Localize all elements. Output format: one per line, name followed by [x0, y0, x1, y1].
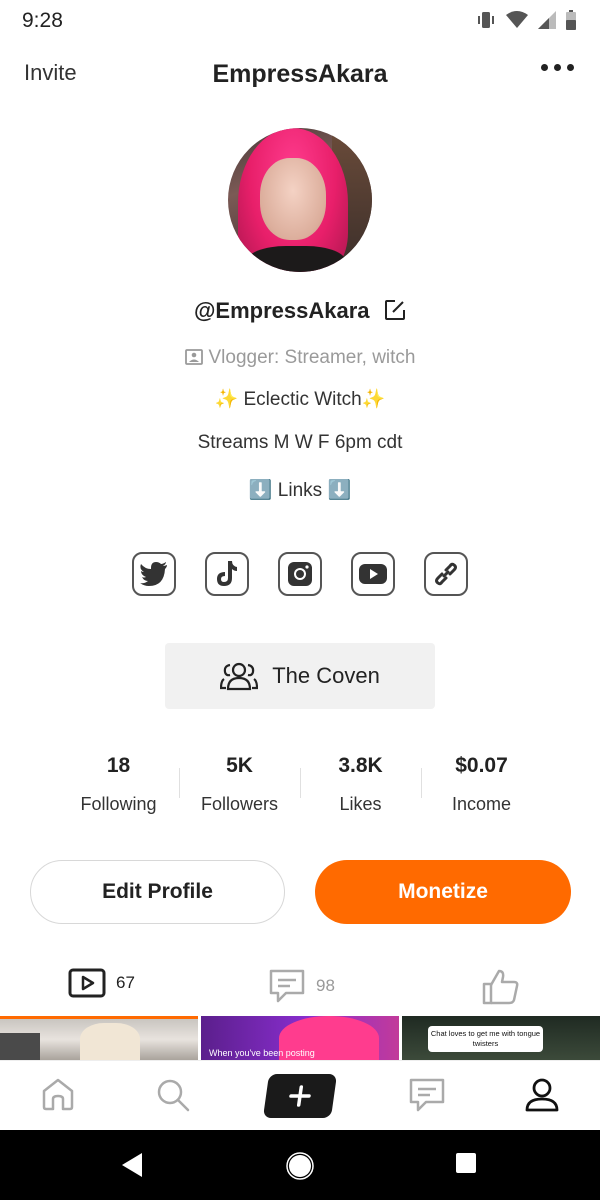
- page-title: EmpressAkara: [212, 60, 388, 88]
- tab-videos[interactable]: 67: [68, 968, 135, 998]
- vibrate-icon: [478, 12, 494, 28]
- community-button[interactable]: The Coven: [165, 643, 435, 709]
- stat-value: 5K: [226, 754, 253, 777]
- wifi-icon: [506, 11, 528, 28]
- stat-label: Following: [80, 794, 157, 814]
- category-text: Vlogger: Streamer, witch: [208, 347, 416, 368]
- community-label: The Coven: [272, 663, 380, 688]
- create-button[interactable]: [262, 1074, 338, 1118]
- thumbnail-caption: Chat loves to get me with tongue twister…: [428, 1026, 543, 1052]
- video-icon: [68, 968, 106, 998]
- thumbnail-caption: When you've been posting: [209, 1048, 315, 1058]
- messages-icon[interactable]: [408, 1077, 446, 1113]
- stat-following[interactable]: 18 Following: [58, 750, 179, 820]
- status-time: 9:28: [22, 9, 63, 32]
- video-grid: When you've been posting Chat loves to g…: [0, 1016, 600, 1060]
- stat-label: Followers: [200, 794, 279, 814]
- profile-card-icon: [184, 349, 203, 365]
- video-thumbnail[interactable]: When you've been posting: [201, 1016, 399, 1060]
- search-icon[interactable]: [155, 1077, 191, 1113]
- profile-icon[interactable]: [524, 1077, 560, 1113]
- handle-row: @EmpressAkara: [0, 298, 600, 324]
- tab-comments[interactable]: 98: [268, 968, 335, 1004]
- content-tabs: 67 98: [0, 968, 600, 1012]
- stat-likes[interactable]: 3.8K Likes: [300, 750, 421, 820]
- youtube-icon[interactable]: [351, 552, 395, 596]
- avatar[interactable]: [228, 128, 372, 272]
- edit-profile-button[interactable]: Edit Profile: [30, 860, 285, 924]
- edit-handle-icon[interactable]: [384, 299, 406, 321]
- comments-count: 98: [316, 976, 335, 995]
- stat-label: Likes: [339, 794, 382, 814]
- bio-line: Streams M W F 6pm cdt: [197, 432, 403, 453]
- monetize-button[interactable]: Monetize: [315, 860, 571, 924]
- stat-value: 18: [106, 754, 131, 777]
- bio-line: ⬇️ Links ⬇️: [248, 480, 352, 501]
- recents-icon[interactable]: [455, 1152, 477, 1174]
- link-icon[interactable]: [424, 552, 468, 596]
- home-icon[interactable]: [41, 1077, 75, 1111]
- video-thumbnail[interactable]: [0, 1016, 198, 1060]
- bio-line: ✨ Eclectic Witch✨: [214, 389, 386, 410]
- profile-stats: 18 Following 5K Followers 3.8K Likes $0.…: [58, 750, 542, 820]
- group-icon: [220, 662, 259, 691]
- stat-followers[interactable]: 5K Followers: [179, 750, 300, 820]
- signal-icon: [538, 11, 556, 29]
- status-icons: [476, 10, 576, 30]
- stat-income[interactable]: $0.07 Income: [421, 750, 542, 820]
- battery-icon: [566, 10, 576, 30]
- profile-category: Vlogger: Streamer, witch: [0, 347, 600, 369]
- thumbs-up-icon: [482, 969, 519, 1005]
- social-links: [0, 552, 600, 596]
- status-bar: 9:28: [0, 0, 600, 40]
- back-icon[interactable]: [120, 1152, 144, 1178]
- videos-count: 67: [116, 973, 135, 992]
- more-options-icon[interactable]: [541, 64, 574, 71]
- stat-value: $0.07: [455, 754, 508, 777]
- twitter-icon[interactable]: [132, 552, 176, 596]
- top-bar: Invite EmpressAkara: [0, 50, 600, 100]
- plus-icon: [289, 1085, 311, 1107]
- tiktok-icon[interactable]: [205, 552, 249, 596]
- instagram-icon[interactable]: [278, 552, 322, 596]
- video-thumbnail[interactable]: Chat loves to get me with tongue twister…: [402, 1016, 600, 1060]
- profile-handle: @EmpressAkara: [193, 298, 370, 323]
- system-nav-bar: [0, 1130, 600, 1200]
- bottom-nav: [0, 1060, 600, 1130]
- stat-label: Income: [451, 794, 512, 814]
- comment-icon: [269, 969, 305, 1003]
- tab-likes[interactable]: [482, 968, 520, 1006]
- stat-value: 3.8K: [338, 754, 383, 777]
- home-circle-icon[interactable]: [286, 1152, 314, 1180]
